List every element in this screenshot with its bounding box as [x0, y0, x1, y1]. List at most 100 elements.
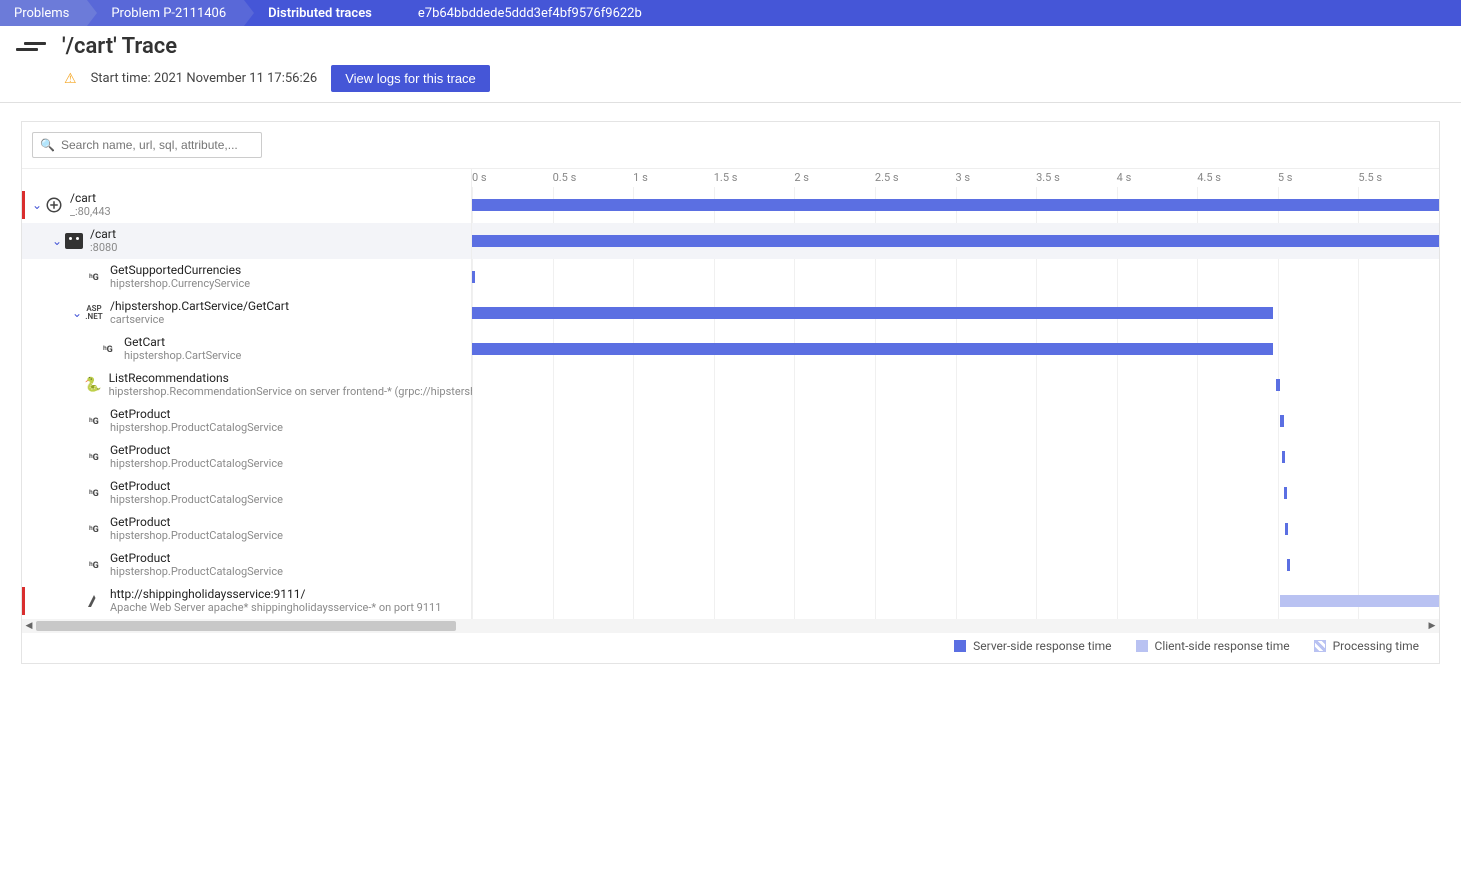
expand-toggle-icon[interactable]: ⌄	[69, 306, 85, 320]
span-tree-cell: ⌄ʰGGetCarthipstershop.CartService	[22, 335, 471, 363]
crumb-problem-id[interactable]: Problem P-2111406	[87, 0, 244, 26]
span-title: /cart	[90, 227, 117, 241]
legend: Server-side response time Client-side re…	[22, 633, 1439, 663]
span-bar[interactable]	[1276, 379, 1281, 391]
crumb-trace-id[interactable]: e7b64bbddede5ddd3ef4bf9576f9622b	[390, 0, 660, 26]
span-subtitle: hipstershop.CurrencyService	[110, 277, 250, 291]
span-bar[interactable]	[1287, 559, 1290, 571]
span-row-getcart[interactable]: ⌄ASP.NET/hipstershop.CartService/GetCart…	[22, 295, 471, 331]
span-tree-cell: ⌄ʰGGetProducthipstershop.ProductCatalogS…	[22, 515, 471, 543]
span-title: GetProduct	[110, 407, 283, 421]
aspnet-icon: ASP.NET	[85, 304, 103, 322]
span-bar[interactable]	[472, 199, 1439, 211]
ruler-tick: 1 s	[633, 171, 648, 184]
expand-toggle-icon[interactable]: ⌄	[29, 198, 45, 212]
grpc-icon: ʰG	[85, 412, 103, 430]
span-bar[interactable]	[1285, 523, 1288, 535]
span-bar-cell	[472, 259, 1439, 295]
scroll-left-icon[interactable]: ◀	[22, 619, 36, 633]
grpc-icon: ʰG	[85, 484, 103, 502]
span-row-root[interactable]: ⌄/cart_:80,443	[22, 187, 471, 223]
ruler-tick: 0.5 s	[553, 171, 577, 184]
span-bar[interactable]	[472, 343, 1273, 355]
ruler-tick: 5 s	[1278, 171, 1293, 184]
ruler-tick: 3.5 s	[1036, 171, 1060, 184]
ruler-tick: 5.5 s	[1358, 171, 1382, 184]
crumb-distributed-traces[interactable]: Distributed traces	[244, 0, 390, 26]
span-subtitle: hipstershop.ProductCatalogService	[110, 421, 283, 435]
ruler-tick: 0 s	[472, 171, 487, 184]
trace-chart: ⌄/cart_:80,443⌄/cart:8080⌄ʰGGetSupported…	[22, 169, 1439, 619]
span-row-ship[interactable]: ⌄http://shippingholidaysservice:9111/Apa…	[22, 583, 471, 619]
python-icon: 🐍	[84, 376, 101, 394]
span-bar-cell	[472, 223, 1439, 259]
legend-processing: Processing time	[1314, 639, 1419, 653]
trace-panel: 🔍 ⌄/cart_:80,443⌄/cart:8080⌄ʰGGetSupport…	[21, 121, 1440, 664]
span-bar[interactable]	[1280, 595, 1439, 607]
go-icon	[65, 232, 83, 250]
scroll-right-icon[interactable]: ▶	[1425, 619, 1439, 633]
horizontal-scrollbar[interactable]: ◀ ▶	[22, 619, 1439, 633]
expand-toggle-icon[interactable]: ⌄	[49, 234, 65, 248]
span-tree-cell: ⌄ʰGGetSupportedCurrencieshipstershop.Cur…	[22, 263, 471, 291]
apache-icon	[85, 592, 103, 610]
span-title: http://shippingholidaysservice:9111/	[110, 587, 441, 601]
span-tree-cell: ⌄ASP.NET/hipstershop.CartService/GetCart…	[22, 299, 471, 327]
ruler-tick: 4.5 s	[1197, 171, 1221, 184]
grpc-icon: ʰG	[85, 448, 103, 466]
span-bar-cell	[472, 187, 1439, 223]
span-bar-cell	[472, 547, 1439, 583]
span-tree-cell: ⌄ʰGGetProducthipstershop.ProductCatalogS…	[22, 551, 471, 579]
span-subtitle: hipstershop.ProductCatalogService	[110, 457, 283, 471]
search-icon: 🔍	[40, 138, 55, 152]
span-bar[interactable]	[472, 271, 475, 283]
span-row-p1[interactable]: ⌄ʰGGetProducthipstershop.ProductCatalogS…	[22, 403, 471, 439]
span-subtitle: cartservice	[110, 313, 289, 327]
span-row-fe[interactable]: ⌄/cart:8080	[22, 223, 471, 259]
crumb-problems[interactable]: Problems	[0, 0, 87, 26]
search-wrap: 🔍	[22, 122, 1439, 169]
span-bar-cell	[472, 511, 1439, 547]
span-tree-cell: ⌄http://shippingholidaysservice:9111/Apa…	[22, 587, 471, 615]
span-bar[interactable]	[1284, 487, 1287, 499]
ruler-tick: 2 s	[794, 171, 809, 184]
span-tree-cell: ⌄ʰGGetProducthipstershop.ProductCatalogS…	[22, 443, 471, 471]
span-row-rec[interactable]: ⌄🐍ListRecommendationshipstershop.Recomme…	[22, 367, 471, 403]
span-row-p4[interactable]: ⌄ʰGGetProducthipstershop.ProductCatalogS…	[22, 511, 471, 547]
span-title: GetProduct	[110, 515, 283, 529]
span-tree-cell: ⌄ʰGGetProducthipstershop.ProductCatalogS…	[22, 479, 471, 507]
span-tree-cell: ⌄/cart:8080	[22, 227, 471, 255]
trace-icon	[16, 42, 46, 51]
span-bar-cell	[472, 295, 1439, 331]
span-subtitle: Apache Web Server apache* shippingholida…	[110, 601, 441, 615]
span-row-cur[interactable]: ⌄ʰGGetSupportedCurrencieshipstershop.Cur…	[22, 259, 471, 295]
view-logs-button[interactable]: View logs for this trace	[331, 65, 490, 92]
span-row-p2[interactable]: ⌄ʰGGetProducthipstershop.ProductCatalogS…	[22, 439, 471, 475]
span-title: GetProduct	[110, 443, 283, 457]
grpc-icon: ʰG	[85, 556, 103, 574]
search-input[interactable]	[32, 132, 262, 158]
span-tree-cell: ⌄🐍ListRecommendationshipstershop.Recomme…	[22, 371, 472, 399]
ruler-tick: 4 s	[1117, 171, 1132, 184]
span-subtitle: hipstershop.ProductCatalogService	[110, 565, 283, 579]
grpc-icon: ʰG	[99, 340, 117, 358]
time-ruler: 0 s0.5 s1 s1.5 s2 s2.5 s3 s3.5 s4 s4.5 s…	[472, 169, 1439, 187]
span-row-p5[interactable]: ⌄ʰGGetProducthipstershop.ProductCatalogS…	[22, 547, 471, 583]
span-bar[interactable]	[472, 307, 1273, 319]
breadcrumb: Problems Problem P-2111406 Distributed t…	[0, 0, 1461, 26]
span-bar[interactable]	[1282, 451, 1285, 463]
google-icon	[45, 196, 63, 214]
span-row-p3[interactable]: ⌄ʰGGetProducthipstershop.ProductCatalogS…	[22, 475, 471, 511]
span-subtitle: hipstershop.ProductCatalogService	[110, 529, 283, 543]
grpc-icon: ʰG	[85, 520, 103, 538]
ruler-tick: 2.5 s	[875, 171, 899, 184]
span-title: GetSupportedCurrencies	[110, 263, 250, 277]
scroll-thumb[interactable]	[36, 621, 456, 631]
span-bar[interactable]	[1280, 415, 1283, 427]
span-row-getcart2[interactable]: ⌄ʰGGetCarthipstershop.CartService	[22, 331, 471, 367]
span-title: GetCart	[124, 335, 241, 349]
span-title: /hipstershop.CartService/GetCart	[110, 299, 289, 313]
legend-server: Server-side response time	[954, 639, 1111, 653]
span-bar-cell	[472, 475, 1439, 511]
span-bar[interactable]	[472, 235, 1439, 247]
